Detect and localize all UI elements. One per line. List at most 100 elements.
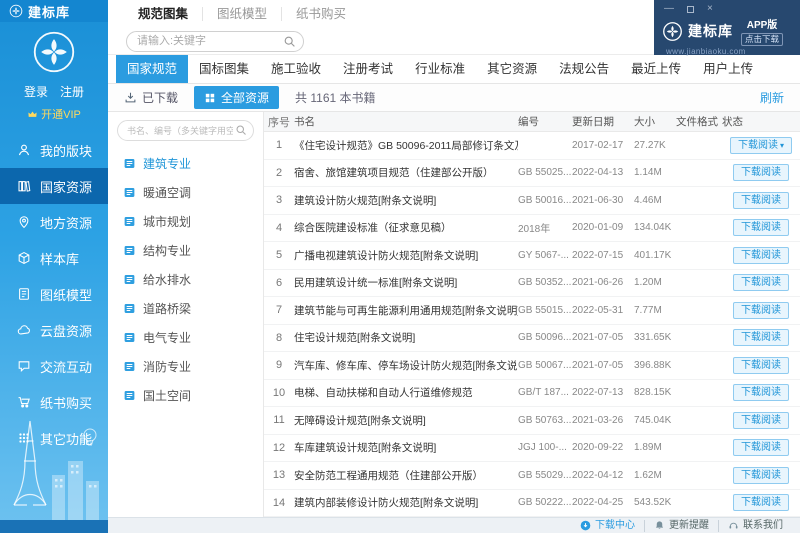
app-logo: 建标库 xyxy=(0,0,108,22)
top-tab[interactable]: 规范图集 xyxy=(124,7,202,21)
table-row[interactable]: 14 建筑内部装修设计防火规范[附条文说明] GB 50222... 2022-… xyxy=(264,489,800,517)
category-item[interactable]: 给水排水 xyxy=(108,265,263,294)
filter-input[interactable] xyxy=(117,120,254,141)
sidebar-item[interactable]: 国家资源 xyxy=(0,168,108,204)
sidebar-item[interactable]: 样本库 xyxy=(0,240,108,276)
resource-tab[interactable]: 注册考试 xyxy=(332,55,404,83)
resource-tab[interactable]: 用户上传 xyxy=(692,55,764,83)
all-resources-button[interactable]: 全部资源 xyxy=(194,86,280,109)
user-icon xyxy=(17,143,31,157)
category-item[interactable]: 国土空间 xyxy=(108,381,263,410)
file-size: 27.27K xyxy=(634,139,666,151)
book-title: 住宅设计规范[附条文说明] xyxy=(294,332,416,345)
download-read-button[interactable]: 下载阅读 xyxy=(733,274,789,292)
resource-tab[interactable]: 其它资源 xyxy=(476,55,548,83)
table-row[interactable]: 11 无障碍设计规范[附条文说明] GB 50763... 2021-03-26… xyxy=(264,407,800,435)
category-item[interactable]: 道路桥梁 xyxy=(108,294,263,323)
resource-tab[interactable]: 行业标准 xyxy=(404,55,476,83)
table-row[interactable]: 1 《住宅设计规范》GB 50096-2011局部修订条文及说... 2017-… xyxy=(264,132,800,160)
resource-tab[interactable]: 施工验收 xyxy=(260,55,332,83)
footer-link[interactable]: 联系我们 xyxy=(718,519,792,532)
download-read-button[interactable]: 下载阅读 xyxy=(733,219,789,237)
download-read-button[interactable]: 下载阅读 xyxy=(733,384,789,402)
download-read-button[interactable]: 下载阅读 xyxy=(733,439,789,457)
resource-tab[interactable]: 国标图集 xyxy=(188,55,260,83)
table-row[interactable]: 7 建筑节能与可再生能源利用通用规范[附条文说明] GB 55015... 20… xyxy=(264,297,800,325)
app-download-promo[interactable]: 建标库 APP版 点击下载 xyxy=(654,15,800,46)
book-title: 宿舍、旅馆建筑项目规范（住建部公开版） xyxy=(294,167,494,180)
table-header: 序号 书名 编号 更新日期 大小 文件格式 状态 xyxy=(264,112,800,132)
category-icon xyxy=(123,389,136,402)
resource-tab[interactable]: 国家规范 xyxy=(116,55,189,83)
sidebar-item-label: 交流互动 xyxy=(40,359,93,375)
download-read-button[interactable]: 下载阅读 xyxy=(733,191,789,209)
category-label: 国土空间 xyxy=(143,389,192,403)
downloaded-button[interactable]: 已下载 xyxy=(124,89,178,106)
minimize-button[interactable]: — xyxy=(664,4,674,14)
table-row[interactable]: 13 安全防范工程通用规范（住建部公开版） GB 55029... 2022-0… xyxy=(264,462,800,490)
download-read-button[interactable]: 下载阅读 xyxy=(733,164,789,182)
footer-link[interactable]: 更新提醒 xyxy=(644,519,718,532)
column-header-date: 更新日期 xyxy=(572,116,614,128)
register-link[interactable]: 注册 xyxy=(60,83,84,100)
download-read-button[interactable]: 下载阅读 xyxy=(733,329,789,347)
footer-link[interactable]: 下载中心 xyxy=(571,520,644,532)
sidebar-item[interactable]: 地方资源 xyxy=(0,204,108,240)
search-input[interactable] xyxy=(126,30,304,52)
sample-icon xyxy=(17,251,31,265)
table-row[interactable]: 5 广播电视建筑设计防火规范[附条文说明] GY 5067-... 2022-0… xyxy=(264,242,800,270)
sidebar-item[interactable]: 交流互动 xyxy=(0,348,108,384)
category-item[interactable]: 电气专业 xyxy=(108,323,263,352)
category-item[interactable]: 城市规划 xyxy=(108,207,263,236)
update-date: 2021-07-05 xyxy=(572,332,624,344)
sidebar-item[interactable]: 纸书购买 xyxy=(0,384,108,420)
resource-tab[interactable]: 法规公告 xyxy=(548,55,620,83)
file-size: 401.17K xyxy=(634,249,672,261)
auth-row: 登录 注册 xyxy=(0,83,108,100)
download-read-button[interactable]: 下载阅读 xyxy=(733,356,789,374)
table-row[interactable]: 4 综合医院建设标准（征求意见稿） 2018年 2020-01-09 134.0… xyxy=(264,214,800,242)
sidebar-item[interactable]: 图纸模型 xyxy=(0,276,108,312)
download-read-button[interactable]: 下载阅读 xyxy=(733,466,789,484)
update-date: 2021-06-30 xyxy=(572,194,624,206)
category-item[interactable]: 暖通空调 xyxy=(108,178,263,207)
category-item[interactable]: 消防专业 xyxy=(108,352,263,381)
top-tab[interactable]: 纸书购买 xyxy=(281,7,360,21)
download-read-button[interactable]: 下载阅读 xyxy=(733,494,789,512)
download-read-button[interactable]: 下载阅读 xyxy=(733,411,789,429)
sidebar: 建标库 登录 注册 开通VIP 我的版块 国家资源 地方资源 样本库 图纸模型 … xyxy=(0,0,108,533)
sidebar-item[interactable]: 其它功能 xyxy=(0,420,108,456)
promo-brand: 建标库 xyxy=(688,23,733,39)
category-label: 电气专业 xyxy=(143,331,192,345)
table-row[interactable]: 10 电梯、自动扶梯和自动人行道维修规范 GB/T 187... 2022-07… xyxy=(264,379,800,407)
category-icon xyxy=(123,215,136,228)
category-item[interactable]: 建筑专业 xyxy=(108,149,263,178)
table-row[interactable]: 2 宿舍、旅馆建筑项目规范（住建部公开版） GB 55025... 2022-0… xyxy=(264,159,800,187)
book-title: 综合医院建设标准（征求意见稿） xyxy=(294,222,452,235)
download-read-button[interactable]: 下载阅读 xyxy=(733,246,789,264)
refresh-button[interactable]: 刷新 xyxy=(760,89,784,106)
sidebar-item[interactable]: 我的版块 xyxy=(0,132,108,168)
table-row[interactable]: 12 车库建筑设计规范[附条文说明] JGJ 100-... 2020-09-2… xyxy=(264,434,800,462)
table-row[interactable]: 8 住宅设计规范[附条文说明] GB 50096... 2021-07-05 3… xyxy=(264,324,800,352)
download-app-link[interactable]: 点击下载 xyxy=(741,33,784,46)
table-row[interactable]: 9 汽车库、修车库、停车场设计防火规范[附条文说明] GB 50067... 2… xyxy=(264,352,800,380)
table-row[interactable]: 3 建筑设计防火规范[附条文说明] GB 50016... 2021-06-30… xyxy=(264,187,800,215)
website-url: www.jianbiaoku.com xyxy=(666,47,746,56)
login-link[interactable]: 登录 xyxy=(24,83,48,100)
search-sm-icon[interactable] xyxy=(235,124,247,136)
sidebar-item[interactable]: 云盘资源 xyxy=(0,312,108,348)
book-title: 广播电视建筑设计防火规范[附条文说明] xyxy=(294,249,479,262)
column-header-name: 书名 xyxy=(294,116,315,128)
top-tab[interactable]: 图纸模型 xyxy=(202,7,281,21)
download-read-button[interactable]: 下载阅读 ▾ xyxy=(729,136,792,154)
vip-button[interactable]: 开通VIP xyxy=(0,106,108,122)
down-circle-icon xyxy=(580,520,591,531)
search-icon[interactable] xyxy=(283,35,296,48)
resource-tab[interactable]: 最近上传 xyxy=(620,55,692,83)
maximize-button[interactable] xyxy=(687,5,694,13)
table-row[interactable]: 6 民用建筑设计统一标准[附条文说明] GB 50352... 2021-06-… xyxy=(264,269,800,297)
download-read-button[interactable]: 下载阅读 xyxy=(733,301,789,319)
category-item[interactable]: 结构专业 xyxy=(108,236,263,265)
close-button[interactable]: × xyxy=(707,4,713,14)
